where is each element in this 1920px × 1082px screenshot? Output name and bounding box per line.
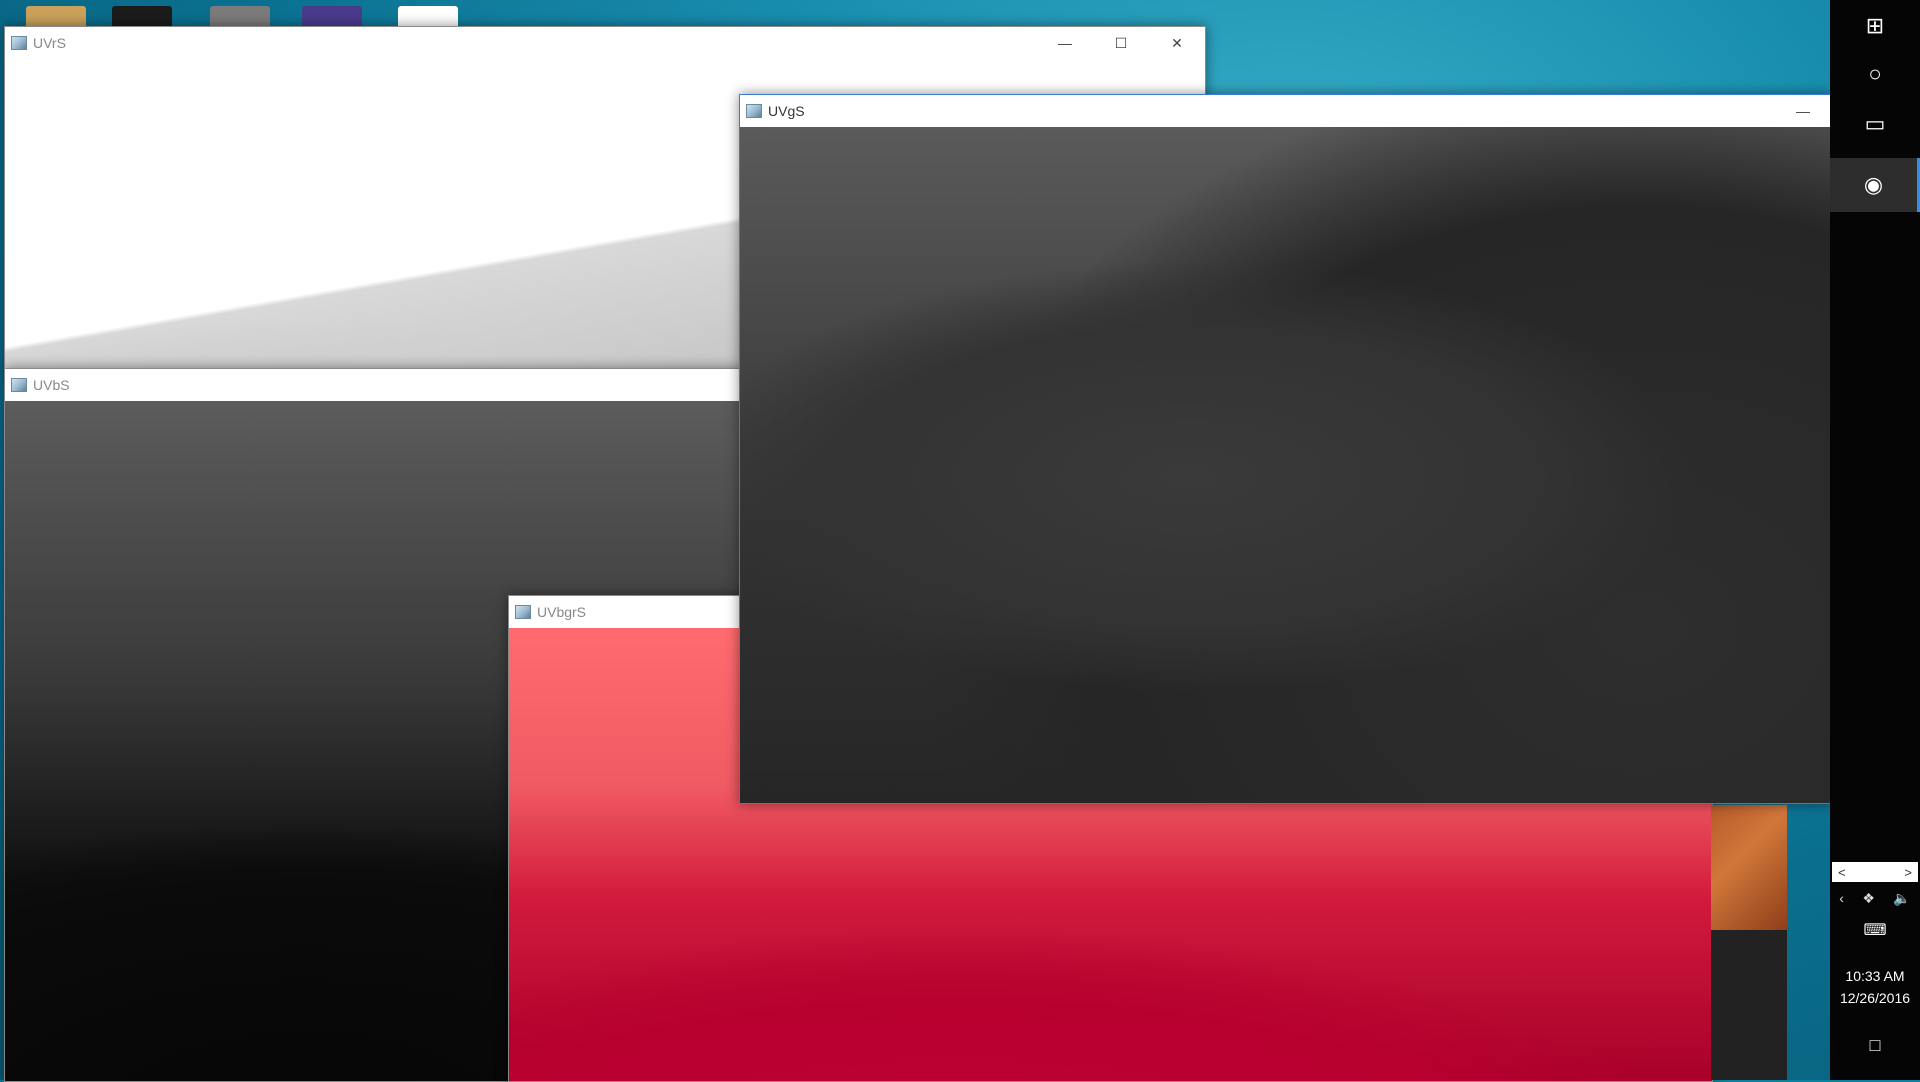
minimize-icon[interactable]: — <box>1037 27 1093 59</box>
dropbox-icon[interactable]: ❖ <box>1862 890 1875 907</box>
image-view <box>740 127 1831 803</box>
maximize-icon[interactable]: ☐ <box>1093 27 1149 59</box>
app-icon <box>11 378 27 392</box>
titlebar[interactable]: UVgS — <box>740 95 1831 127</box>
clock[interactable]: 10:33 AM 12/26/2016 <box>1830 965 1920 1009</box>
window-title: UVgS <box>768 103 805 119</box>
cortana-icon[interactable]: ○ <box>1830 50 1920 98</box>
python-icon[interactable]: ◉ <box>1830 158 1920 212</box>
taskbar: ⊞ ○ ▭ ◉ < > ‹ ❖ 🔈 ⌨ 10:33 AM 12/26/2016 … <box>1830 0 1920 1080</box>
chevron-right-icon[interactable]: > <box>1904 865 1912 880</box>
app-icon <box>746 104 762 118</box>
window-uvgs[interactable]: UVgS — <box>739 94 1832 804</box>
close-icon[interactable]: ✕ <box>1149 27 1205 59</box>
clock-time: 10:33 AM <box>1845 968 1905 984</box>
tray-scrollbar[interactable]: < > <box>1832 862 1918 882</box>
task-view-icon[interactable]: ▭ <box>1830 100 1920 148</box>
app-icon <box>11 36 27 50</box>
chevron-left-icon[interactable]: < <box>1838 865 1846 880</box>
window-title: UVbS <box>33 377 70 393</box>
background-window-strip <box>1711 930 1787 1080</box>
windows-logo-icon[interactable]: ⊞ <box>1830 2 1920 50</box>
keyboard-icon[interactable]: ⌨ <box>1830 910 1920 950</box>
notification-icon[interactable]: □ <box>1830 1030 1920 1060</box>
background-window-strip <box>1711 805 1787 930</box>
window-title: UVrS <box>33 35 66 51</box>
titlebar[interactable]: UVrS — ☐ ✕ <box>5 27 1205 59</box>
system-tray: ‹ ❖ 🔈 <box>1830 886 1920 910</box>
app-icon <box>515 605 531 619</box>
minimize-icon[interactable]: — <box>1775 95 1831 127</box>
volume-icon[interactable]: 🔈 <box>1893 890 1910 907</box>
chevron-left-icon[interactable]: ‹ <box>1839 890 1844 906</box>
clock-date: 12/26/2016 <box>1839 990 1911 1006</box>
titlebar[interactable]: UVbS <box>5 369 745 401</box>
